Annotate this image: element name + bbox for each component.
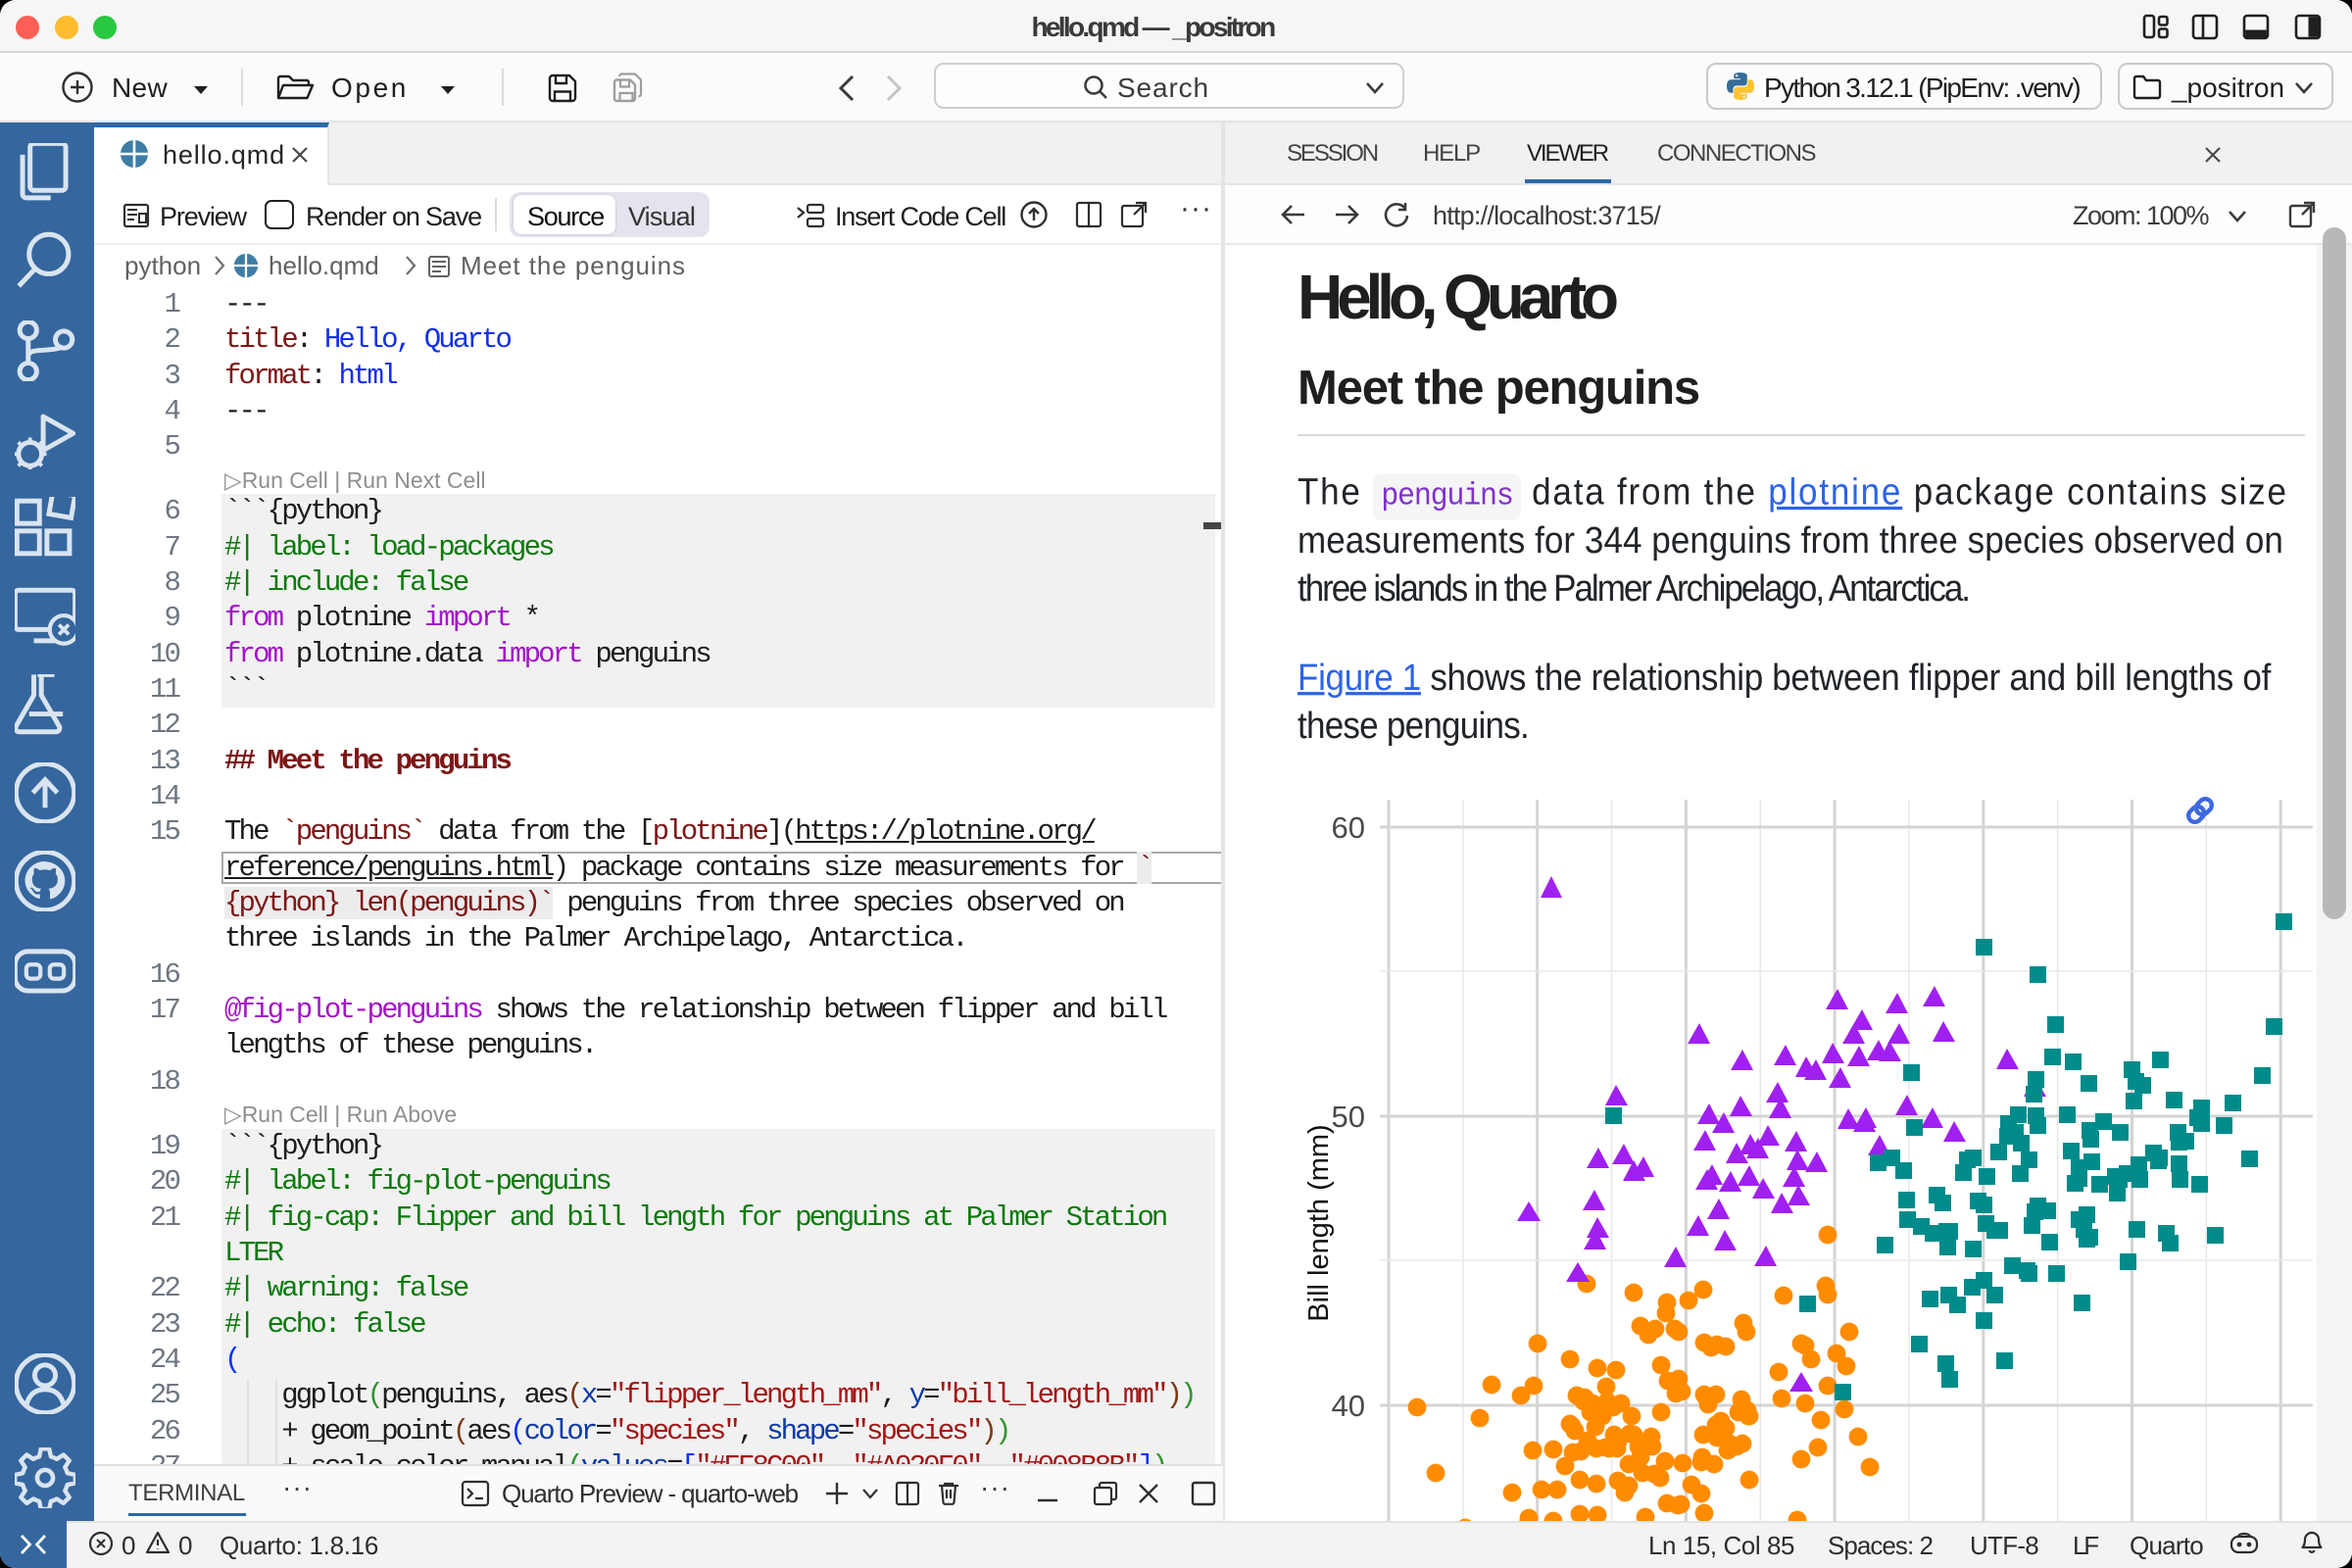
svg-text:Bill length (mm): Bill length (mm) (1303, 1124, 1335, 1321)
svg-text:50: 50 (1332, 1100, 1365, 1134)
svg-text:60: 60 (1332, 810, 1365, 845)
svg-text:40: 40 (1332, 1389, 1365, 1423)
